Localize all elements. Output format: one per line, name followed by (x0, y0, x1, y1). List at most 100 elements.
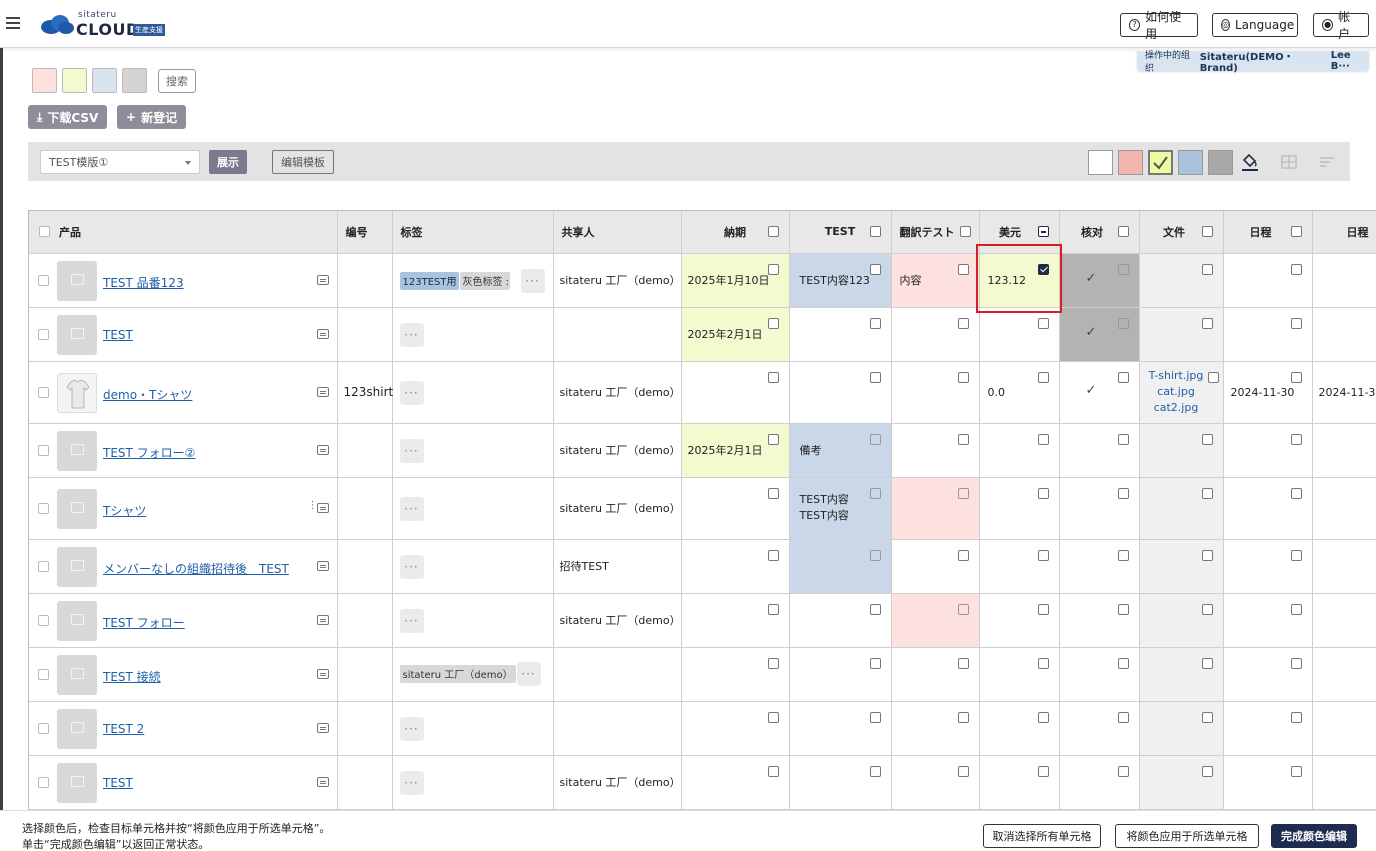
more-tags-button[interactable]: ··· (399, 554, 424, 579)
test-cell[interactable]: 備考 (789, 423, 892, 478)
cell-checkbox[interactable] (1290, 765, 1302, 777)
row-checkbox[interactable] (38, 274, 49, 286)
translate-cell[interactable] (891, 755, 980, 810)
cell-checkbox[interactable] (869, 765, 881, 777)
cell-checkbox[interactable] (957, 317, 969, 329)
more-tags-button[interactable]: ··· (399, 770, 424, 795)
paint-bucket-icon[interactable] (1240, 152, 1260, 172)
cell-checkbox[interactable] (957, 603, 969, 615)
files-cell[interactable] (1139, 307, 1224, 362)
cell-checkbox[interactable] (1290, 263, 1302, 275)
cell-checkbox[interactable] (1117, 317, 1129, 329)
row-checkbox[interactable] (38, 668, 49, 680)
files-cell[interactable] (1139, 755, 1224, 810)
cell-checkbox[interactable] (1117, 765, 1129, 777)
table-row[interactable]: TEST ··· 2025年2月1日 ✓ (29, 307, 1376, 362)
cell-checkbox[interactable] (957, 433, 969, 445)
cell-checkbox[interactable] (1037, 317, 1049, 329)
deadline-cell[interactable]: 2025年2月1日 (681, 423, 790, 478)
cell-checkbox[interactable] (767, 603, 779, 615)
row-checkbox[interactable] (38, 444, 49, 456)
row-checkbox[interactable] (38, 328, 49, 340)
finish-color-edit-button[interactable]: 完成颜色编辑 (1271, 824, 1357, 848)
hamburger-menu-icon[interactable] (6, 17, 20, 29)
tags-cell[interactable]: 123TEST用 灰色标签 : ··· (392, 253, 554, 308)
column-checkbox-partial[interactable] (1037, 226, 1049, 237)
edit-template-button[interactable]: 编辑模板 (272, 150, 334, 174)
cell-checkbox[interactable] (767, 549, 779, 561)
product-link[interactable]: TEST 接続 (103, 668, 161, 685)
files-cell[interactable] (1139, 539, 1224, 594)
tags-cell[interactable]: ··· (392, 307, 554, 362)
cell-checkbox[interactable] (767, 433, 779, 445)
number-cell[interactable] (337, 539, 393, 594)
download-csv-button[interactable]: ⤓ 下载CSV (28, 105, 108, 129)
color-swatch-gray[interactable] (1208, 150, 1233, 175)
cell-checkbox[interactable] (869, 487, 881, 499)
row-checkbox[interactable] (38, 502, 49, 514)
check-cell[interactable] (1059, 593, 1140, 648)
files-cell[interactable] (1139, 701, 1224, 756)
cell-checkbox[interactable] (1117, 711, 1129, 723)
cell-checkbox[interactable] (1201, 487, 1213, 499)
comment-icon[interactable] (316, 722, 329, 733)
number-cell[interactable] (337, 307, 393, 362)
more-tags-button[interactable]: ··· (520, 268, 545, 293)
product-thumbnail[interactable] (57, 314, 97, 355)
date1-cell[interactable] (1223, 477, 1313, 540)
color-swatch-blue[interactable] (1178, 150, 1203, 175)
product-link[interactable]: TEST フォロー (103, 614, 185, 631)
usd-cell[interactable] (979, 593, 1060, 648)
color-swatch-yellow-selected[interactable] (1148, 150, 1173, 175)
table-row[interactable]: TEST 接続 sitateru 工厂（demo） ··· (29, 647, 1376, 702)
table-row[interactable]: TEST フォロー② ··· sitateru 工厂（demo） 2025年2月… (29, 423, 1376, 478)
check-cell[interactable]: ✓ (1059, 307, 1140, 362)
cell-checkbox[interactable] (1207, 371, 1219, 383)
date2-cell[interactable] (1312, 253, 1376, 308)
date2-cell[interactable] (1312, 647, 1376, 702)
date1-cell[interactable] (1223, 307, 1313, 362)
sharer-cell[interactable] (553, 701, 682, 756)
cell-checkbox[interactable] (869, 263, 881, 275)
cell-checkbox[interactable] (869, 549, 881, 561)
cell-checkbox[interactable] (1201, 657, 1213, 669)
usd-cell[interactable] (979, 423, 1060, 478)
table-row[interactable]: TEST 2 ··· (29, 701, 1376, 756)
cell-checkbox[interactable] (1117, 263, 1129, 275)
cell-checkbox[interactable] (957, 487, 969, 499)
date1-cell[interactable] (1223, 423, 1313, 478)
product-link[interactable]: TEST 品番123 (103, 274, 184, 291)
language-button[interactable]: ◎ Language (1212, 13, 1298, 37)
comment-icon[interactable] (316, 328, 329, 339)
cell-checkbox[interactable] (767, 317, 779, 329)
cell-checkbox[interactable] (869, 371, 881, 383)
cell-checkbox[interactable] (957, 263, 969, 275)
test-cell[interactable] (789, 755, 892, 810)
product-thumbnail[interactable] (57, 488, 97, 529)
deadline-cell[interactable] (681, 755, 790, 810)
product-table-container[interactable]: 产品 编号 标签 共享人 納期 TEST 翻訳テスト 美元 核对 文件 日程 日… (28, 210, 1376, 810)
product-thumbnail[interactable] (57, 600, 97, 641)
help-button[interactable]: ? 如何使用 (1120, 10, 1198, 41)
test-cell[interactable]: TEST内容123 (789, 253, 892, 308)
cell-checkbox[interactable] (767, 711, 779, 723)
translate-cell[interactable] (891, 361, 980, 424)
date1-cell[interactable] (1223, 755, 1313, 810)
cell-checkbox[interactable] (1201, 317, 1213, 329)
date2-cell[interactable] (1312, 539, 1376, 594)
translate-cell[interactable] (891, 477, 980, 540)
usd-cell[interactable]: 0.0 (979, 361, 1060, 424)
more-tags-button[interactable]: ··· (399, 496, 424, 521)
date1-cell[interactable] (1223, 593, 1313, 648)
cell-checkbox[interactable] (957, 711, 969, 723)
sharer-cell[interactable]: 招待TEST (553, 539, 682, 594)
show-button[interactable]: 展示 (209, 150, 247, 174)
cell-checkbox[interactable] (1037, 371, 1049, 383)
usd-cell[interactable] (979, 307, 1060, 362)
more-tags-button[interactable]: ··· (399, 322, 424, 347)
files-cell[interactable]: T-shirt.jpg cat.jpg cat2.jpg (1139, 361, 1224, 424)
product-link[interactable]: TEST (103, 328, 133, 342)
tags-cell[interactable]: ··· (392, 477, 554, 540)
cell-checkbox[interactable] (1037, 487, 1049, 499)
comment-icon[interactable] (316, 776, 329, 787)
